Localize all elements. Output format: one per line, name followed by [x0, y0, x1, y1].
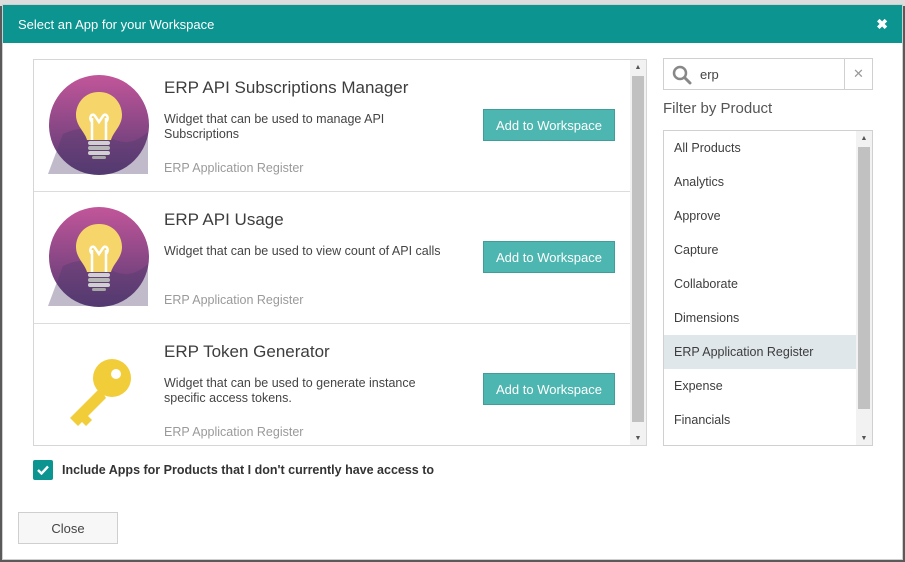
product-filter-list: All Products Analytics Approve Capture C… — [663, 130, 873, 446]
product-item-dimensions[interactable]: Dimensions — [664, 301, 856, 335]
close-button[interactable]: Close — [18, 512, 118, 544]
product-item-financials[interactable]: Financials — [664, 403, 856, 437]
app-list-item: ERP Token Generator Widget that can be u… — [34, 324, 630, 445]
add-to-workspace-button[interactable]: Add to Workspace — [483, 373, 615, 405]
app-description: Widget that can be used to manage API Su… — [164, 112, 385, 141]
scroll-thumb[interactable] — [858, 147, 870, 409]
scroll-down-icon[interactable]: ▼ — [630, 431, 646, 445]
scroll-down-icon[interactable]: ▼ — [856, 431, 872, 445]
product-list-scrollbar[interactable]: ▲ ▼ — [856, 131, 872, 445]
app-product: ERP Application Register — [164, 161, 304, 175]
key-icon — [70, 359, 131, 426]
search-input[interactable] — [700, 59, 840, 89]
product-item-analytics[interactable]: Analytics — [664, 165, 856, 199]
product-item-erp-application-register[interactable]: ERP Application Register — [664, 335, 856, 369]
filter-by-product-label: Filter by Product — [663, 100, 773, 117]
close-icon[interactable]: ✖ — [876, 17, 888, 31]
search-icon — [672, 65, 692, 85]
include-apps-row: Include Apps for Products that I don't c… — [33, 460, 434, 480]
product-item-approve[interactable]: Approve — [664, 199, 856, 233]
add-to-workspace-button[interactable]: Add to Workspace — [483, 241, 615, 273]
app-title: ERP API Subscriptions Manager — [164, 78, 409, 97]
app-list-item: ERP API Usage Widget that can be used to… — [34, 192, 630, 324]
app-picker-dialog: Select an App for your Workspace ✖ ERP A… — [2, 4, 903, 560]
include-apps-label: Include Apps for Products that I don't c… — [62, 463, 435, 477]
clear-search-icon[interactable]: ✕ — [844, 59, 872, 89]
scroll-up-icon[interactable]: ▲ — [856, 131, 872, 145]
scroll-up-icon[interactable]: ▲ — [630, 60, 646, 74]
scroll-thumb[interactable] — [632, 76, 644, 422]
product-item-expense[interactable]: Expense — [664, 369, 856, 403]
dialog-title: Select an App for your Workspace — [18, 16, 215, 32]
product-item-all-products[interactable]: All Products — [664, 131, 856, 165]
app-title: ERP API Usage — [164, 210, 284, 229]
product-item-capture[interactable]: Capture — [664, 233, 856, 267]
checkmark-icon — [37, 465, 49, 475]
add-to-workspace-button[interactable]: Add to Workspace — [483, 109, 615, 141]
lightbulb-icon — [48, 207, 149, 307]
app-description: Widget that can be used to view count of… — [164, 244, 441, 258]
app-list: ERP API Subscriptions Manager Widget tha… — [33, 59, 647, 446]
app-title: ERP Token Generator — [164, 342, 330, 361]
product-item-collaborate[interactable]: Collaborate — [664, 267, 856, 301]
search-box: ✕ — [663, 58, 873, 90]
app-list-item: ERP API Subscriptions Manager Widget tha… — [34, 60, 630, 192]
dialog-header: Select an App for your Workspace ✖ — [3, 5, 902, 43]
app-list-scrollbar[interactable]: ▲ ▼ — [630, 60, 646, 445]
app-product: ERP Application Register — [164, 293, 304, 307]
lightbulb-icon — [48, 75, 149, 175]
include-apps-checkbox[interactable] — [33, 460, 53, 480]
app-product: ERP Application Register — [164, 425, 304, 439]
app-description: Widget that can be used to generate inst… — [164, 376, 416, 405]
